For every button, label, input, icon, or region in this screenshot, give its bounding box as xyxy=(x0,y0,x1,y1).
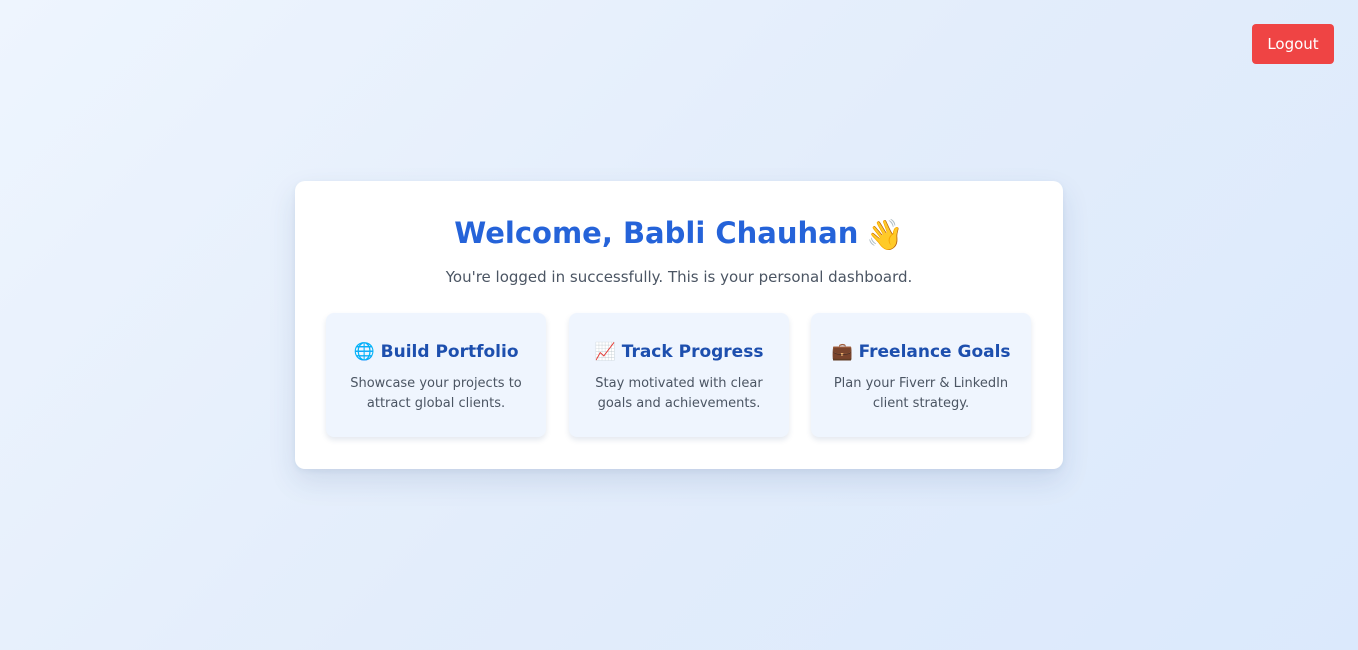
feature-title-text: Track Progress xyxy=(621,342,764,362)
logout-button[interactable]: Logout xyxy=(1252,24,1334,64)
feature-title-text: Freelance Goals xyxy=(858,342,1011,362)
welcome-card: Welcome, Babli Chauhan 👋 You're logged in… xyxy=(295,181,1063,469)
feature-card-freelance-goals: 💼 Freelance Goals Plan your Fiverr & Link… xyxy=(811,313,1031,437)
waving-hand-icon: 👋 xyxy=(866,218,904,253)
welcome-text: Welcome, Babli Chauhan xyxy=(454,216,859,250)
chart-increasing-icon: 📈 xyxy=(594,342,616,362)
feature-card-track-progress: 📈 Track Progress Stay motivated with clea… xyxy=(569,313,789,437)
briefcase-icon: 💼 xyxy=(831,342,853,362)
welcome-subtitle: You're logged in successfully. This is y… xyxy=(445,268,913,286)
feature-description: Showcase your projects to attract global… xyxy=(350,376,522,411)
feature-title-text: Build Portfolio xyxy=(380,342,519,362)
feature-title: 💼 Freelance Goals xyxy=(811,340,1031,364)
globe-icon: 🌐 xyxy=(353,342,375,362)
feature-title: 🌐 Build Portfolio xyxy=(326,340,546,364)
feature-description: Stay motivated with clear goals and achi… xyxy=(595,376,763,411)
feature-card-build-portfolio: 🌐 Build Portfolio Showcase your projects … xyxy=(326,313,546,437)
page-title: Welcome, Babli Chauhan 👋 xyxy=(295,213,1063,256)
feature-title: 📈 Track Progress xyxy=(569,340,789,364)
feature-list: 🌐 Build Portfolio Showcase your projects … xyxy=(326,313,1032,437)
feature-description: Plan your Fiverr & LinkedIn client strat… xyxy=(833,376,1009,411)
